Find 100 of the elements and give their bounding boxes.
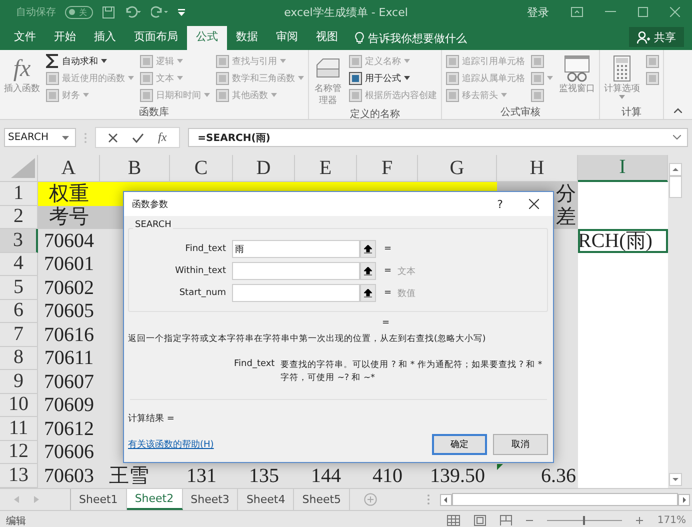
row-header[interactable]: 2 (0, 206, 38, 229)
sign-in-link[interactable]: 登录 (527, 4, 549, 20)
normal-view-icon[interactable] (447, 515, 460, 526)
column-header[interactable]: F (357, 155, 418, 182)
dialog-button[interactable]: 取消 (493, 434, 548, 455)
row-header[interactable]: 7 (0, 323, 38, 346)
resize-handle-icon[interactable] (84, 132, 87, 144)
scroll-down-icon[interactable] (669, 473, 682, 486)
triangle-icon (11, 158, 35, 178)
column-header[interactable]: A (38, 155, 100, 182)
column-header[interactable]: E (295, 155, 357, 182)
function-category-icon (46, 88, 59, 102)
function-category-icon (140, 72, 153, 84)
up-arrow-icon (364, 288, 372, 298)
sheet-tab[interactable]: Sheet4 (238, 489, 294, 510)
scroll-up-icon[interactable] (669, 163, 682, 176)
expand-icon[interactable] (673, 135, 681, 140)
ribbon-tab[interactable]: 开始 (45, 26, 85, 50)
column-header[interactable]: D (233, 155, 295, 182)
close-icon[interactable] (529, 199, 539, 209)
zoom-level[interactable]: 171% (657, 515, 686, 526)
table-cell-text: 70612 (43, 417, 95, 440)
equals-sign: = (384, 288, 392, 298)
share-button[interactable]: 共享 (629, 27, 684, 47)
row-header[interactable]: 9 (0, 370, 38, 394)
table-cell-text: 139.50 (429, 464, 486, 488)
column-header[interactable]: B (100, 155, 170, 182)
sheet-tab[interactable]: Sheet2 (126, 489, 183, 510)
maximize-icon[interactable] (638, 7, 648, 17)
zoom-out-icon[interactable] (526, 517, 534, 524)
column-header[interactable]: G (418, 155, 497, 182)
argument-result: 文本 (398, 266, 416, 278)
row-header[interactable]: 3 (0, 229, 38, 252)
cancel-icon[interactable] (108, 132, 118, 142)
ribbon-tab[interactable]: 视图 (307, 26, 347, 50)
collapse-dialog-button[interactable] (360, 284, 376, 302)
row-header[interactable]: 11 (0, 417, 38, 440)
argument-field[interactable]: 雨 (232, 240, 360, 258)
function-category-icon (531, 54, 544, 68)
row-header[interactable]: 5 (0, 276, 38, 300)
scroll-thumb[interactable] (669, 176, 682, 198)
ribbon-tab[interactable]: 插入 (85, 26, 125, 50)
row-header[interactable]: 8 (0, 346, 38, 370)
row-header[interactable]: 10 (0, 394, 38, 417)
column-header[interactable]: H (497, 155, 578, 182)
minimize-icon[interactable] (605, 11, 616, 13)
sigma-icon (46, 54, 59, 68)
autosave-label: 自动保存 (16, 6, 56, 19)
ribbon-tab[interactable]: 页面布局 (125, 26, 187, 50)
help-link[interactable]: 有关该函数的帮助(H) (128, 438, 214, 451)
collapse-dialog-button[interactable] (360, 262, 376, 280)
ribbon-tab[interactable]: 公式 (187, 26, 227, 50)
row-header[interactable]: 13 (0, 464, 38, 488)
column-header[interactable]: C (170, 155, 233, 182)
checkmark-icon[interactable] (132, 132, 144, 142)
up-arrow-icon (364, 244, 372, 254)
equals-sign: = (384, 244, 392, 254)
function-category-icon (446, 88, 459, 102)
table-cell: 考号 (38, 206, 100, 229)
scroll-right-icon[interactable] (678, 494, 690, 506)
insert-function-button[interactable]: fx (158, 130, 167, 145)
name-box[interactable]: SEARCH (4, 128, 76, 147)
sheet-tab[interactable]: Sheet5 (294, 489, 350, 510)
table-cell-text: 70609 (43, 394, 95, 417)
page-layout-icon[interactable] (474, 515, 486, 526)
row-header[interactable]: 4 (0, 252, 38, 276)
save-icon[interactable] (102, 6, 115, 18)
page-break-icon[interactable] (500, 515, 512, 526)
argument-field[interactable] (232, 262, 360, 280)
collapse-ribbon-icon[interactable] (674, 108, 682, 113)
ribbon-display-icon[interactable] (571, 7, 583, 17)
ribbon-menu-button[interactable]: 自动求和 (46, 53, 134, 69)
ribbon-menu-button[interactable]: 用于公式 (349, 70, 437, 86)
ribbon-tab[interactable]: 文件 (5, 26, 45, 50)
zoom-slider-thumb[interactable] (583, 516, 586, 525)
row-header[interactable]: 1 (0, 182, 38, 206)
function-description: 返回一个指定字符或文本字符串在字符串中第一次出现的位置，从左到右查找(忽略大小写) (128, 333, 487, 345)
tell-me-field[interactable]: 告诉我你想要做什么 (368, 32, 498, 44)
collapse-dialog-button[interactable] (360, 240, 376, 258)
scroll-left-icon[interactable] (440, 494, 452, 506)
redo-icon[interactable] (151, 6, 169, 18)
function-category-icon (140, 88, 153, 102)
table-cell-text: 70602 (43, 276, 95, 300)
undo-icon[interactable] (124, 6, 142, 18)
splitter-handle-icon[interactable] (427, 494, 430, 505)
dialog-button[interactable]: 确定 (432, 434, 487, 455)
row-header[interactable]: 12 (0, 440, 38, 464)
zoom-in-icon[interactable] (636, 517, 644, 524)
row-header[interactable]: 6 (0, 300, 38, 323)
ribbon-tab[interactable]: 审阅 (267, 26, 307, 50)
ribbon-tab[interactable]: 数据 (227, 26, 267, 50)
function-category-icon (446, 72, 459, 84)
table-cell-text: 131 (186, 464, 218, 488)
function-category-icon (646, 72, 659, 84)
argument-field[interactable] (232, 284, 360, 302)
customize-icon[interactable] (178, 8, 185, 16)
add-sheet-icon[interactable] (364, 493, 378, 506)
formula-input[interactable]: =SEARCH(雨) (188, 128, 688, 147)
column-header[interactable]: I (578, 155, 668, 182)
sheet-tab[interactable]: Sheet3 (182, 489, 238, 510)
